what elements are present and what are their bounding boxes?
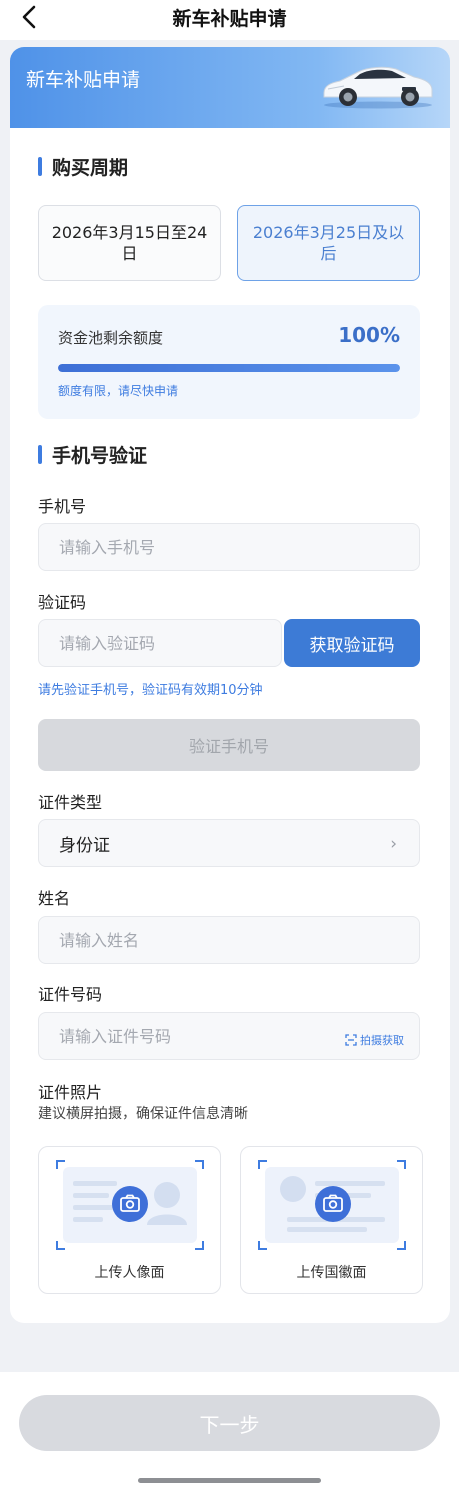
get-code-button[interactable]: 获取验证码	[284, 619, 420, 667]
id-type-label: 证件类型	[38, 793, 103, 812]
home-indicator	[138, 1478, 321, 1483]
period-option-first[interactable]: 2026年3月15日至24日	[38, 205, 221, 281]
scan-icon	[345, 1034, 357, 1046]
period-option-second[interactable]: 2026年3月25日及以后	[237, 205, 420, 281]
verification-code-input[interactable]	[38, 619, 282, 667]
code-hint: 请先验证手机号，验证码有效期10分钟	[38, 683, 263, 698]
code-label: 验证码	[38, 593, 87, 612]
upload-front-label: 上传人像面	[94, 1265, 165, 1281]
name-label: 姓名	[38, 889, 71, 908]
camera-icon	[315, 1186, 351, 1222]
application-form-card: 新车补贴申请 购买周期 2026年3月15日至24日 2026年3月25日及以后…	[10, 47, 450, 1323]
fund-pool-percent: 100%	[338, 323, 400, 347]
fund-progress-bar	[58, 364, 400, 372]
phone-label: 手机号	[38, 497, 87, 516]
verify-phone-button[interactable]: 验证手机号	[38, 719, 420, 771]
phone-verify-title: 手机号验证	[38, 441, 147, 468]
car-illustration	[323, 66, 433, 109]
name-input[interactable]	[38, 916, 420, 964]
scan-id-button[interactable]: 拍摄获取	[345, 1031, 404, 1049]
fund-pool-box: 资金池剩余额度 100% 额度有限，请尽快申请	[38, 305, 420, 419]
purchase-period-title: 购买周期	[38, 153, 128, 180]
phone-input[interactable]	[38, 523, 420, 571]
id-number-label: 证件号码	[38, 985, 103, 1004]
fund-pool-note: 额度有限，请尽快申请	[58, 384, 179, 398]
scan-id-label: 拍摄获取	[360, 1034, 404, 1047]
top-nav-bar: 新车补贴申请	[0, 0, 459, 40]
upload-front-card[interactable]: 上传人像面	[38, 1146, 221, 1294]
id-photo-hint: 建议横屏拍摄，确保证件信息清晰	[38, 1106, 248, 1122]
banner-title: 新车补贴申请	[26, 69, 141, 91]
next-step-button[interactable]: 下一步	[19, 1395, 440, 1451]
upload-back-label: 上传国徽面	[296, 1265, 367, 1281]
bottom-action-bar: 下一步	[0, 1372, 459, 1493]
page-title: 新车补贴申请	[172, 8, 287, 30]
camera-icon	[112, 1186, 148, 1222]
upload-back-card[interactable]: 上传国徽面	[240, 1146, 423, 1294]
id-type-select[interactable]: 身份证 ›	[38, 819, 420, 867]
fund-progress-fill	[58, 364, 400, 372]
id-type-value: 身份证	[59, 835, 110, 856]
banner: 新车补贴申请	[10, 47, 450, 128]
chevron-right-icon: ›	[390, 834, 397, 854]
id-photo-label: 证件照片	[38, 1083, 103, 1102]
fund-pool-label: 资金池剩余额度	[58, 329, 164, 347]
